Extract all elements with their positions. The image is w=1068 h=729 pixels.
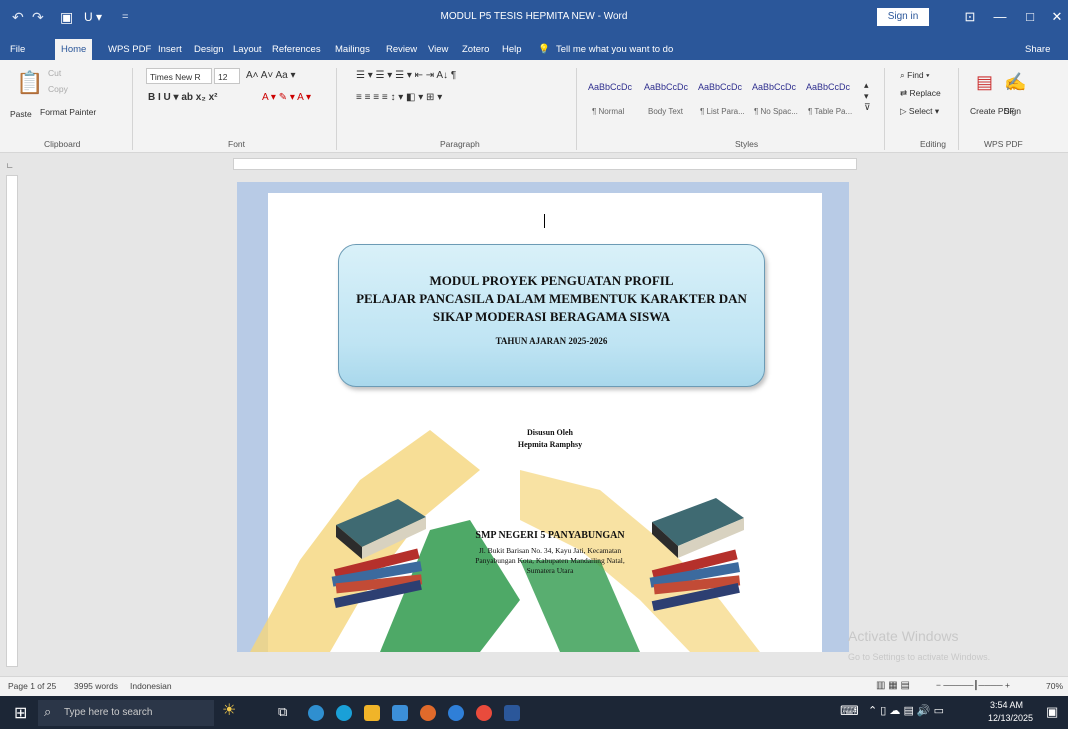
keyboard-icon[interactable]: ⌨	[840, 703, 859, 719]
notification-icon[interactable]: ▣	[1046, 704, 1058, 720]
by-label: Disusun Oleh	[526, 428, 574, 437]
activate-windows-subtitle: Go to Settings to activate Windows.	[848, 652, 991, 662]
clock-time[interactable]: 3:54 AM	[990, 700, 1023, 710]
chrome-icon[interactable]	[476, 705, 492, 721]
file-explorer-icon[interactable]	[364, 705, 380, 721]
search-placeholder: Type here to search	[64, 707, 153, 718]
author-name: Hepmita Ramphsy	[517, 440, 583, 449]
book-stack-right	[649, 498, 744, 612]
school-name: SMP NEGERI 5 PANYABUNGAN	[475, 530, 625, 541]
word-count[interactable]: 3995 words	[74, 681, 118, 691]
year-line: TAHUN AJARAN 2025-2026	[495, 336, 608, 346]
firefox-icon[interactable]	[420, 705, 436, 721]
edge-icon[interactable]	[308, 705, 324, 721]
title-line-1: MODUL PROYEK PENGUATAN PROFIL	[429, 273, 674, 288]
activate-windows-title: Activate Windows	[848, 628, 959, 644]
browser-icon[interactable]	[448, 705, 464, 721]
status-bar: Page 1 of 25 3995 words Indonesian ▥ ▦ ▤…	[0, 676, 1068, 697]
clock-date[interactable]: 12/13/2025	[988, 713, 1033, 723]
address-line-1: Jl. Bukit Barisan No. 34, Kayu Jati, Kec…	[478, 546, 622, 555]
language-indicator[interactable]: Indonesian	[130, 681, 172, 691]
task-view-icon[interactable]: ⧉	[278, 704, 287, 720]
address-line-2: Panyabungan Kota, Kabupaten Mandailing N…	[475, 556, 625, 565]
page-count[interactable]: Page 1 of 25	[8, 681, 56, 691]
word-taskbar-icon[interactable]	[504, 705, 520, 721]
text-cursor	[544, 214, 545, 228]
zoom-slider[interactable]: − ─────┃──── +	[936, 680, 1010, 691]
title-line-2: PELAJAR PANCASILA DALAM MEMBENTUK KARAKT…	[356, 291, 747, 306]
view-mode-icons[interactable]: ▥ ▦ ▤	[876, 680, 910, 691]
system-tray-icons[interactable]: ⌃ ▯ ☁ ▤ 🔊 ▭	[868, 704, 944, 717]
mail-icon[interactable]	[392, 705, 408, 721]
edge-new-icon[interactable]	[336, 705, 352, 721]
book-stack-left	[331, 499, 426, 609]
title-line-3: SIKAP MODERASI BERAGAMA SISWA	[432, 309, 671, 324]
address-line-3: Sumatera Utara	[526, 566, 574, 575]
taskbar-search-box[interactable]: ⌕ Type here to search	[38, 700, 214, 726]
weather-icon[interactable]: ☀	[222, 700, 236, 720]
windows-start-icon[interactable]: ⊞	[14, 703, 27, 723]
title-box: MODUL PROYEK PENGUATAN PROFIL PELAJAR PA…	[338, 244, 765, 387]
search-icon: ⌕	[44, 704, 52, 719]
zoom-level[interactable]: 70%	[1046, 681, 1063, 691]
